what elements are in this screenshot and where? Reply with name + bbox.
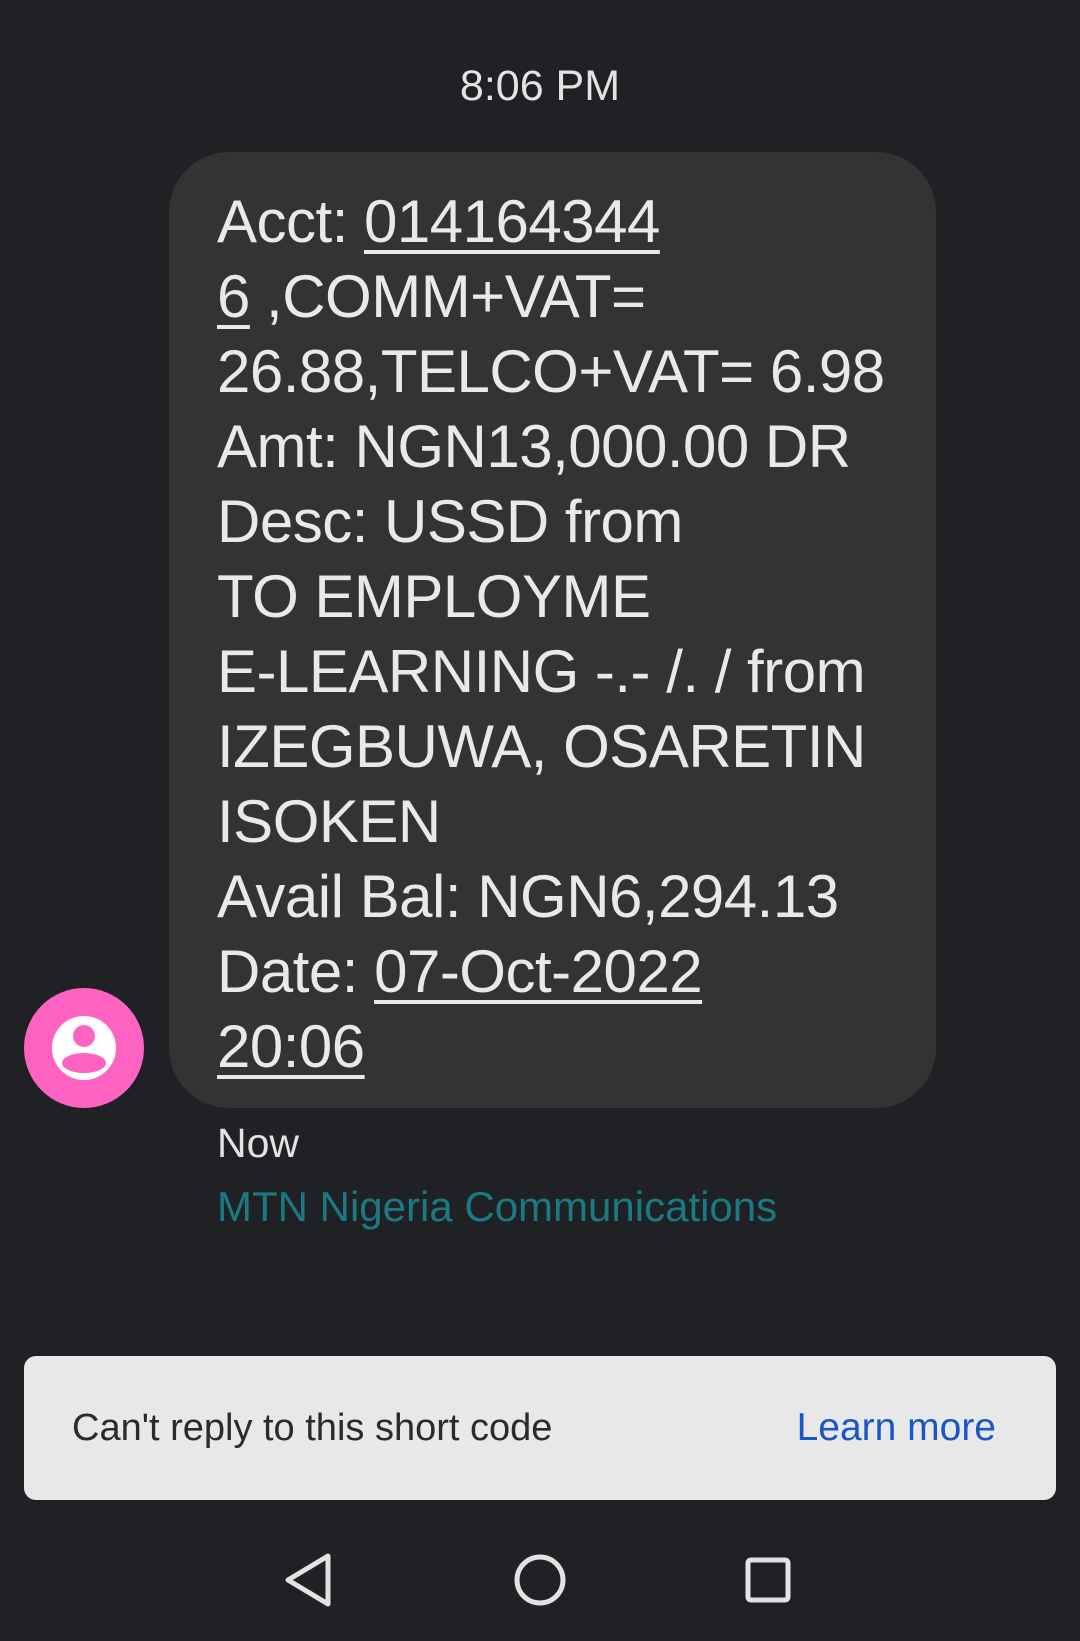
recents-button[interactable] — [736, 1548, 800, 1612]
person-icon — [52, 1016, 116, 1080]
circle-home-icon — [514, 1554, 566, 1606]
learn-more-link[interactable]: Learn more — [797, 1356, 996, 1500]
message-line-5: Desc: USSD from — [217, 488, 683, 555]
sender-name[interactable]: MTN Nigeria Communications — [217, 1180, 777, 1234]
triangle-back-icon — [285, 1553, 331, 1607]
message-line-12: 20:06 — [217, 1009, 906, 1084]
message-line-10: Avail Bal: NGN6,294.13 — [217, 863, 839, 930]
date-label: Date: — [217, 938, 375, 1005]
sender-avatar[interactable] — [24, 988, 144, 1108]
message-line-6: TO EMPLOYME — [217, 563, 651, 630]
reply-notice-bar: Can't reply to this short code Learn mor… — [24, 1356, 1056, 1500]
message-line-7: E-LEARNING -.- /. / from — [217, 638, 866, 705]
commission-text: ,COMM+VAT= — [249, 263, 646, 330]
message-line-3: 26.88,TELCO+VAT= 6.98 — [217, 338, 885, 405]
message-line-4: Amt: NGN13,000.00 DR — [217, 413, 851, 480]
message-line-9: ISOKEN — [217, 788, 441, 855]
account-number-link[interactable]: 014164344 — [364, 188, 660, 255]
message-timestamp: 8:06 PM — [459, 62, 621, 110]
message-line-11: Date: 07-Oct-2022 — [217, 934, 906, 1009]
back-button[interactable] — [276, 1548, 340, 1612]
home-button[interactable] — [508, 1548, 572, 1612]
message-time-label: Now — [217, 1120, 300, 1166]
message-bubble[interactable]: Acct: 014164344 6 ,COMM+VAT= 26.88,TELCO… — [169, 152, 936, 1108]
square-recents-icon — [745, 1557, 791, 1603]
reply-notice-text: Can't reply to this short code — [72, 1407, 553, 1449]
message-line-1: Acct: 014164344 — [217, 184, 906, 259]
account-number-link-cont[interactable]: 6 — [217, 263, 250, 330]
date-link[interactable]: 07-Oct-2022 — [374, 938, 703, 1005]
account-label: Acct: — [217, 188, 365, 255]
system-navigation-bar — [0, 1520, 1080, 1641]
message-line-8: IZEGBUWA, OSARETIN — [217, 713, 866, 780]
message-line-2: 6 ,COMM+VAT= — [217, 259, 906, 334]
time-link[interactable]: 20:06 — [217, 1013, 365, 1080]
